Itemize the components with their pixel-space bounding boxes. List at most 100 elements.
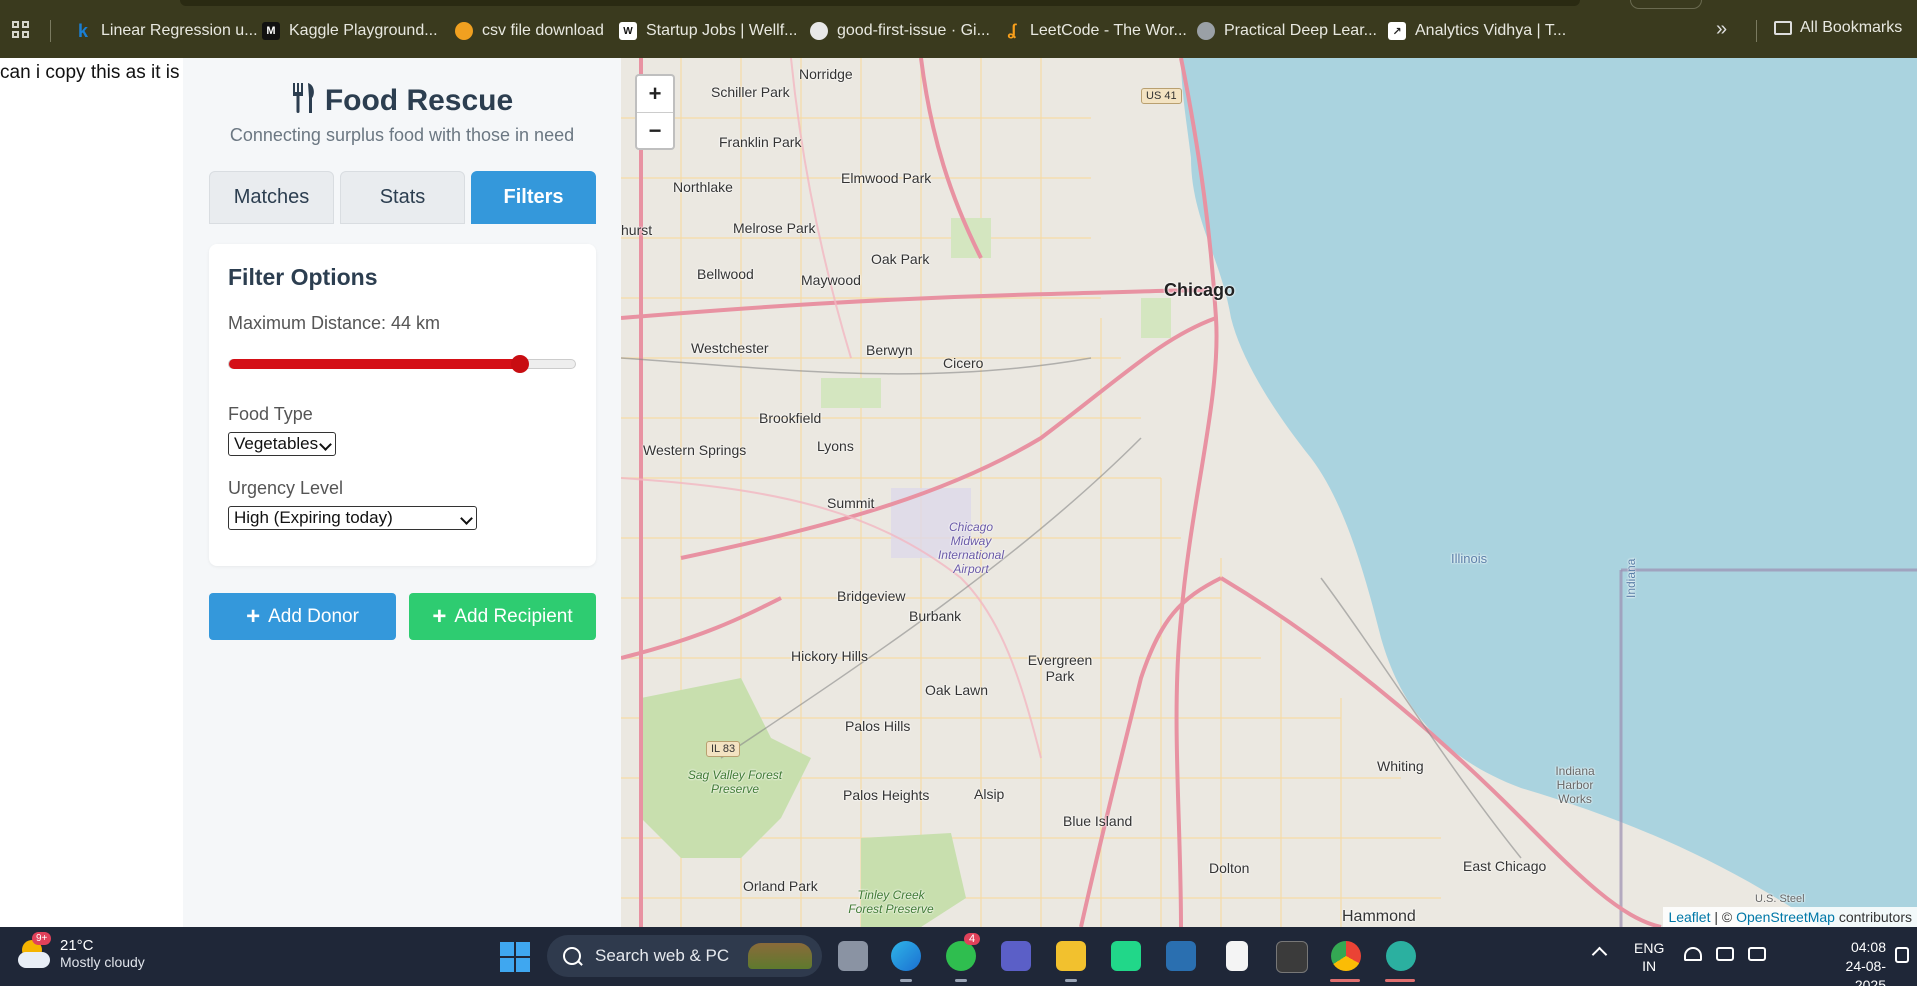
bookmark-csv-file-download[interactable]: csv file download [455, 19, 604, 43]
map-label-illinois: Illinois [1451, 551, 1488, 566]
bookmark-practical-deep-learning[interactable]: Practical Deep Lear... [1197, 19, 1377, 43]
map-label-elmwood-park: Elmwood Park [841, 170, 932, 186]
chrome-icon[interactable] [1331, 941, 1361, 971]
map-label-blue-island: Blue Island [1063, 813, 1133, 829]
leaflet-link[interactable]: Leaflet [1668, 909, 1710, 925]
leetcode-icon: ʆ [1007, 22, 1017, 39]
pycharm-icon[interactable] [1111, 941, 1141, 971]
map-attribution: Leaflet | © OpenStreetMap contributors [1663, 907, 1917, 927]
highway-shield-us41: US 41 [1141, 88, 1182, 104]
map-label-norridge: Norridge [799, 66, 853, 82]
system-tray-icons[interactable] [1684, 947, 1766, 961]
file-explorer-icon[interactable] [1056, 941, 1086, 971]
apps-grid-icon[interactable] [12, 21, 32, 39]
tab-stats[interactable]: Stats [340, 171, 465, 224]
map-label-evergreen-park: Evergreen Park [1027, 652, 1093, 684]
csv-site-icon [455, 22, 473, 40]
map-label-hickory-hills: Hickory Hills [791, 648, 868, 664]
app-icon[interactable] [1166, 941, 1196, 971]
bookmark-separator [50, 20, 51, 42]
globe-icon [1197, 22, 1215, 40]
attribution-separator: | © [1710, 909, 1737, 925]
map-tiles[interactable] [621, 58, 1917, 927]
analytics-vidhya-icon: ↗ [1388, 22, 1406, 40]
map-label-brookfield: Brookfield [759, 410, 822, 426]
notifications-icon[interactable] [1895, 947, 1909, 963]
distance-slider-handle[interactable] [510, 355, 529, 373]
map-label-melrose-park: Melrose Park [733, 220, 816, 236]
kaggle-k-icon: k [77, 20, 88, 41]
map-view[interactable]: + − Chicago Norridge Schiller Park Frank… [621, 58, 1917, 927]
all-bookmarks-button[interactable]: All Bookmarks [1774, 19, 1902, 37]
map-label-cicero: Cicero [943, 355, 984, 371]
bookmark-kaggle-playground[interactable]: M Kaggle Playground... [262, 19, 438, 43]
edge-browser-icon[interactable] [891, 941, 921, 971]
task-view-icon[interactable] [838, 941, 868, 971]
distance-slider[interactable] [228, 355, 576, 373]
openstreetmap-link[interactable]: OpenStreetMap [1736, 909, 1835, 925]
food-type-select[interactable]: Vegetables [228, 432, 336, 456]
show-hidden-icons-chevron-icon[interactable] [1591, 946, 1608, 963]
language-code: ENG [1634, 940, 1665, 956]
map-label-dolton: Dolton [1209, 860, 1250, 876]
bookmark-label: Linear Regression u... [101, 22, 258, 39]
add-donor-button[interactable]: + Add Donor [209, 593, 396, 640]
map-label-franklin-park: Franklin Park [719, 134, 802, 150]
whatsapp-icon[interactable]: 4 [946, 933, 981, 971]
map-label-bellwood: Bellwood [697, 266, 754, 282]
bookmark-linear-regression[interactable]: k Linear Regression u... [74, 19, 258, 43]
map-label-us-steel: U.S. Steel [1755, 893, 1805, 905]
region-code: IN [1642, 958, 1657, 974]
language-indicator[interactable]: ENG IN [1634, 939, 1664, 975]
system-clock[interactable]: 04:08 24-08-2025 [1830, 938, 1886, 995]
partly-cloudy-icon: 9+ [18, 931, 52, 970]
highway-shield-il83: IL 83 [706, 741, 741, 757]
more-bookmarks-chevron-icon[interactable]: » [1716, 18, 1727, 41]
map-label-palos-heights: Palos Heights [843, 787, 930, 803]
urgency-select[interactable]: High (Expiring today) [228, 506, 477, 530]
weather-temperature: 21°C [60, 937, 94, 954]
bookmark-analytics-vidhya[interactable]: ↗ Analytics Vidhya | T... [1388, 19, 1566, 43]
volume-icon [1716, 947, 1734, 961]
zoom-out-button[interactable]: − [637, 113, 673, 149]
document-icon[interactable] [1226, 941, 1248, 971]
map-label-tinley-creek: Tinley Creek Forest Preserve [848, 888, 934, 916]
zoom-in-button[interactable]: + [637, 76, 673, 113]
search-highlight-image [748, 943, 812, 969]
map-label-palos-hills: Palos Hills [845, 718, 911, 734]
weather-widget[interactable]: 9+ 21°C Mostly cloudy [18, 931, 145, 970]
map-label-indiana-harbor: Indiana Harbor Works [1555, 764, 1595, 806]
attribution-contributors: contributors [1834, 909, 1912, 925]
bookmark-startup-jobs[interactable]: W Startup Jobs | Wellf... [619, 19, 797, 43]
all-bookmarks-label: All Bookmarks [1800, 19, 1903, 36]
add-recipient-button[interactable]: + Add Recipient [409, 593, 596, 640]
bookmark-leetcode[interactable]: ʆ LeetCode - The Wor... [1003, 19, 1187, 43]
profile-button[interactable] [1630, 0, 1702, 9]
map-label-lyons: Lyons [817, 438, 854, 454]
windows-start-icon[interactable] [500, 942, 530, 972]
add-recipient-label: Add Recipient [454, 605, 573, 627]
urgency-value: High (Expiring today) [234, 508, 393, 527]
tab-filters[interactable]: Filters [471, 171, 596, 224]
tab-strip [180, 0, 1580, 6]
bookmark-good-first-issue[interactable]: good-first-issue · Gi... [810, 19, 990, 43]
plus-icon: + [432, 602, 447, 630]
app-icon-active[interactable] [1386, 941, 1416, 971]
bookmark-label: csv file download [482, 22, 604, 39]
filter-options-heading: Filter Options [228, 264, 378, 290]
taskbar-search-box[interactable]: Search web & PC [547, 935, 822, 977]
map-label-berwyn: Berwyn [866, 342, 913, 358]
bookmark-label: LeetCode - The Wor... [1030, 22, 1187, 39]
search-icon [563, 947, 581, 965]
app-subtitle: Connecting surplus food with those in ne… [229, 125, 575, 145]
chevron-down-icon [460, 512, 473, 525]
tab-matches[interactable]: Matches [209, 171, 334, 224]
terminal-icon[interactable] [1276, 941, 1308, 973]
teams-icon[interactable] [1001, 941, 1031, 971]
map-label-bridgeview: Bridgeview [837, 588, 906, 604]
map-label-summit: Summit [827, 495, 875, 511]
distance-slider-fill [229, 359, 520, 369]
map-label-whiting: Whiting [1377, 758, 1424, 774]
bookmark-label: Startup Jobs | Wellf... [646, 22, 798, 39]
utensils-icon [292, 83, 314, 113]
